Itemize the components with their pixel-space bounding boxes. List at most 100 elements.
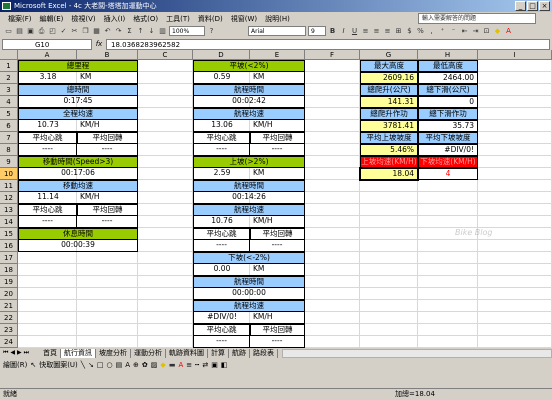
row-header-15[interactable]: 15 [0,228,18,240]
sort-asc-icon[interactable]: ↑ [136,27,145,36]
cell-A12[interactable]: 11.14 [18,192,77,204]
row-header-14[interactable]: 14 [0,216,18,228]
menu-item-4[interactable]: 格式(O) [129,14,162,24]
bold-icon[interactable]: B [328,27,337,36]
arrow-icon[interactable]: ↘ [88,361,94,369]
cell-A11[interactable]: 移動均速 [18,180,138,192]
3d-icon[interactable]: ◧ [221,361,228,369]
open-icon[interactable]: ▤ [15,27,24,36]
align-right-icon[interactable]: ≡ [383,27,392,36]
redo-icon[interactable]: ↷ [114,27,123,36]
row-header-17[interactable]: 17 [0,252,18,264]
cell-E7[interactable]: 平均回轉 [250,132,305,144]
cell-G4[interactable]: 141.31 [360,96,418,108]
sheet-tab-5[interactable]: 計算 [208,348,229,358]
cell-E8[interactable]: ---- [250,144,305,156]
row-header-22[interactable]: 22 [0,312,18,324]
sheet-tab-3[interactable]: 運動分析 [131,348,166,358]
cell-G9[interactable]: 上坡均速(KM/H) [360,156,418,168]
line-style-icon[interactable]: ≡ [186,361,192,369]
first-sheet-icon[interactable]: ⏮ [3,349,8,357]
copy-icon[interactable]: ❐ [81,27,90,36]
diagram-icon[interactable]: ⊕ [133,361,139,369]
cell-B6[interactable]: KM/H [77,120,138,132]
cell-B14[interactable]: ---- [77,216,138,228]
cell-D15[interactable]: 平均心跳 [193,228,250,240]
row-header-1[interactable]: 1 [0,60,18,72]
cell-G8[interactable]: 5.46% [360,144,418,156]
cell-D19[interactable]: 航程時間 [193,276,305,288]
column-header-G[interactable]: G [360,50,418,60]
cell-D11[interactable]: 航程時間 [193,180,305,192]
dash-style-icon[interactable]: ┅ [195,361,199,369]
chart-icon[interactable]: ▥ [158,27,167,36]
cell-G3[interactable]: 總爬升(公尺) [360,84,418,96]
cell-A10[interactable]: 00:17:06 [18,168,138,180]
row-header-20[interactable]: 20 [0,288,18,300]
row-header-9[interactable]: 9 [0,156,18,168]
percent-icon[interactable]: % [416,27,425,36]
picture-icon[interactable]: ▨ [151,361,158,369]
indent-inc-icon[interactable]: ⇥ [471,27,480,36]
row-header-5[interactable]: 5 [0,108,18,120]
cell-E2[interactable]: KM [250,72,305,84]
cell-H3[interactable]: 總下滑(公尺) [418,84,478,96]
menu-item-3[interactable]: 插入(I) [100,14,130,24]
row-header-10[interactable]: 10 [0,168,18,180]
draw-menu[interactable]: 繪圖(R) [3,360,27,370]
draw-fill-color-icon[interactable]: ◆ [160,361,165,369]
cell-D14[interactable]: 10.76 [193,216,250,228]
cell-E18[interactable]: KM [250,264,305,276]
help-search-input[interactable]: 輸入需要解答的問題 [418,13,536,24]
column-header-D[interactable]: D [193,50,250,60]
cell-A4[interactable]: 0:17:45 [18,96,138,108]
cell-H7[interactable]: 平均下坡坡度 [418,132,478,144]
cell-G6[interactable]: 3781.41 [360,120,418,132]
arrow-style-icon[interactable]: ⇄ [202,361,208,369]
next-sheet-icon[interactable]: ▶ [17,349,22,357]
cell-H5[interactable]: 總下滑作功 [418,108,478,120]
cell-A13[interactable]: 平均心跳 [18,204,77,216]
column-header-E[interactable]: E [250,50,305,60]
line-icon[interactable]: ╲ [81,361,85,369]
column-header-I[interactable]: I [478,50,552,60]
row-header-13[interactable]: 13 [0,204,18,216]
cell-D24[interactable]: ---- [193,336,250,348]
preview-icon[interactable]: ◰ [48,27,57,36]
align-left-icon[interactable]: ≡ [361,27,370,36]
cell-B12[interactable]: KM/H [77,192,138,204]
new-icon[interactable]: ▭ [4,27,13,36]
close-button[interactable]: × [539,1,550,11]
row-header-16[interactable]: 16 [0,240,18,252]
autosum-icon[interactable]: Σ [125,27,134,36]
cell-A8[interactable]: ---- [18,144,77,156]
horizontal-scrollbar[interactable] [282,348,552,358]
cell-H4[interactable]: 0 [418,96,478,108]
cell-A14[interactable]: ---- [18,216,77,228]
cell-G1[interactable]: 最大高度 [360,60,418,72]
cell-H2[interactable]: 2464.00 [418,72,478,84]
column-header-C[interactable]: C [138,50,193,60]
sort-desc-icon[interactable]: ↓ [147,27,156,36]
save-icon[interactable]: ▣ [26,27,35,36]
cell-B2[interactable]: KM [77,72,138,84]
minimize-button[interactable]: _ [515,1,526,11]
underline-icon[interactable]: U [350,27,359,36]
cell-D2[interactable]: 0.59 [193,72,250,84]
cell-G10[interactable]: 18.04 [359,167,419,181]
font-select[interactable]: Arial [248,26,306,36]
cell-G7[interactable]: 平均上坡坡度 [360,132,418,144]
cell-D12[interactable]: 00:14:26 [193,192,305,204]
cell-D1[interactable]: 平坡(<2%) [193,60,305,72]
cell-A7[interactable]: 平均心跳 [18,132,77,144]
cell-E15[interactable]: 平均回轉 [250,228,305,240]
cell-D13[interactable]: 航程均速 [193,204,305,216]
cell-D22[interactable]: #DIV/0! [193,312,250,324]
rectangle-icon[interactable]: □ [97,361,104,369]
row-header-3[interactable]: 3 [0,84,18,96]
cell-B7[interactable]: 平均回轉 [77,132,138,144]
menu-item-1[interactable]: 編輯(E) [36,14,68,24]
decimal-dec-icon[interactable]: ⁻ [449,27,458,36]
italic-icon[interactable]: I [339,27,348,36]
cell-D4[interactable]: 00:02:42 [193,96,305,108]
